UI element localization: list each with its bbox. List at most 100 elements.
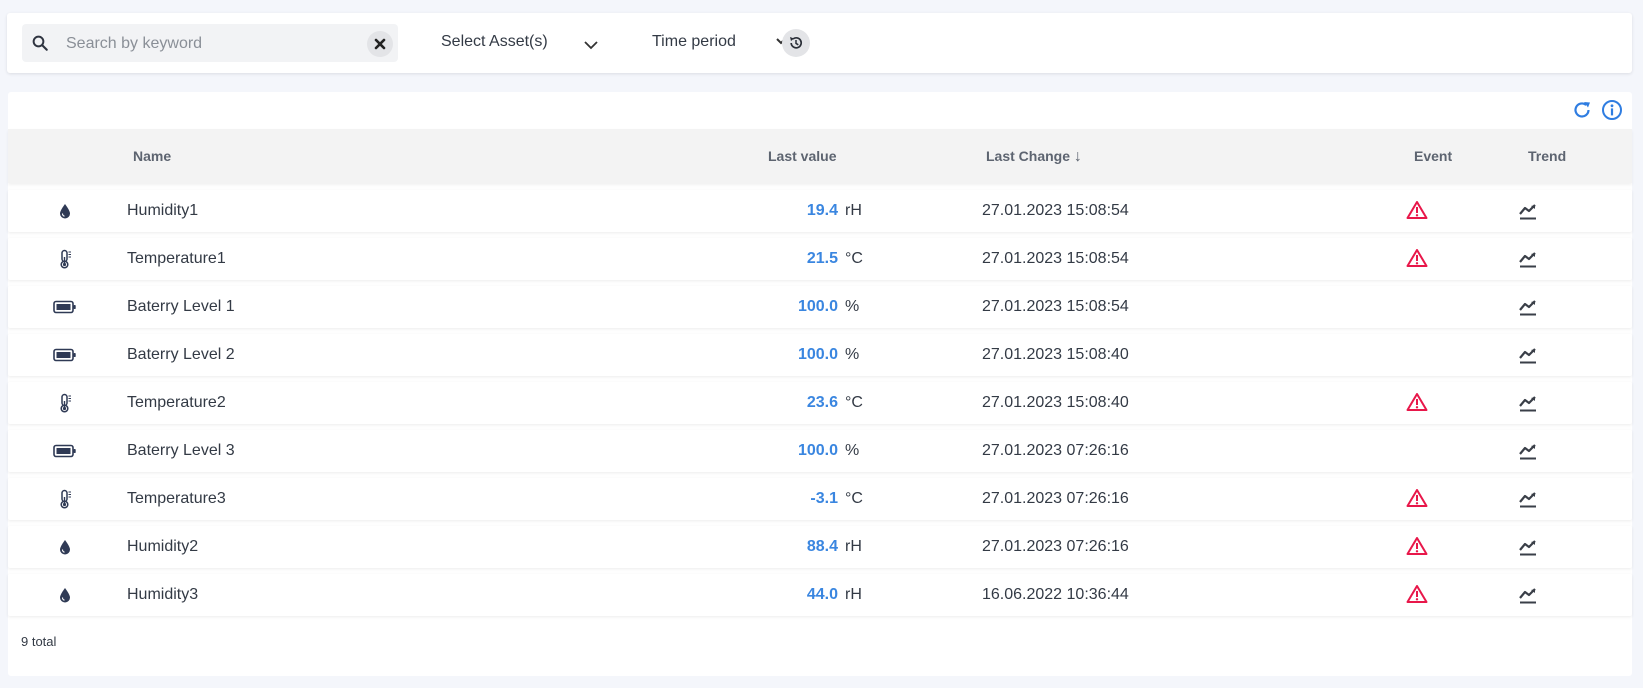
row-value: 100.0 (797, 298, 838, 315)
battery-icon (52, 441, 78, 461)
asset-select-label: Select Asset(s) (441, 33, 548, 50)
row-last-change: 27.01.2023 07:26:16 (982, 442, 1129, 459)
row-last-change: 27.01.2023 15:08:40 (982, 394, 1129, 411)
column-header-last-value[interactable]: Last value (768, 129, 836, 183)
clear-search-button[interactable] (367, 31, 393, 57)
column-header-last-change-label: Last Change (986, 148, 1071, 164)
search-box[interactable] (22, 24, 398, 62)
table-row[interactable]: Humidity1 19.4 rH 27.01.2023 15:08:54 (8, 190, 1632, 232)
trend-chart-icon (1519, 396, 1536, 412)
row-last-change: 27.01.2023 15:08:40 (982, 346, 1129, 363)
trend-chart-icon (1519, 444, 1536, 460)
trend-button[interactable] (1518, 201, 1538, 221)
trend-chart-icon (1519, 348, 1536, 364)
sort-arrow-icon: ↓ (1073, 148, 1082, 165)
filter-bar: Select Asset(s) Time period (7, 13, 1632, 73)
table-row[interactable]: Baterry Level 2 100.0 % 27.01.2023 15:08… (8, 334, 1632, 376)
humidity-icon (52, 201, 78, 221)
row-value: -3.1 (810, 490, 838, 507)
trend-button[interactable] (1518, 393, 1538, 413)
table-row[interactable]: Humidity3 44.0 rH 16.06.2022 10:36:44 (8, 574, 1632, 616)
thermometer-icon (52, 489, 78, 509)
row-unit: rH (845, 586, 862, 603)
table-header: Name Last value Last Change ↓ Event Tren… (8, 129, 1632, 183)
event-empty (1406, 440, 1430, 462)
total-count: 9 total (21, 634, 57, 649)
table-row[interactable]: Temperature2 23.6 °C 27.01.2023 15:08:40 (8, 382, 1632, 424)
trend-button[interactable] (1518, 249, 1538, 269)
humidity-icon (52, 537, 78, 557)
search-input[interactable] (64, 31, 348, 57)
table-row[interactable]: Temperature3 -3.1 °C 27.01.2023 07:26:16 (8, 478, 1632, 520)
table-body: Humidity1 19.4 rH 27.01.2023 15:08:54 Te… (8, 190, 1632, 622)
table-row[interactable]: Temperature1 21.5 °C 27.01.2023 15:08:54 (8, 238, 1632, 280)
trend-button[interactable] (1518, 297, 1538, 317)
row-unit: % (845, 346, 860, 363)
thermometer-icon (52, 249, 78, 269)
trend-chart-icon (1519, 540, 1536, 556)
trend-button[interactable] (1518, 537, 1538, 557)
column-header-last-change[interactable]: Last Change ↓ (986, 129, 1082, 183)
time-period-label: Time period (652, 33, 736, 50)
trend-button[interactable] (1518, 585, 1538, 605)
row-value: 23.6 (806, 394, 838, 411)
trend-chart-icon (1519, 492, 1536, 508)
data-panel: Name Last value Last Change ↓ Event Tren… (8, 92, 1632, 676)
row-name: Temperature2 (127, 394, 226, 411)
alert-icon[interactable] (1406, 200, 1430, 222)
row-unit: rH (845, 538, 862, 555)
reset-time-button[interactable] (782, 29, 810, 57)
trend-button[interactable] (1518, 489, 1538, 509)
row-unit: rH (845, 202, 862, 219)
row-name: Baterry Level 1 (127, 298, 235, 315)
row-unit: % (845, 442, 860, 459)
refresh-button[interactable] (1570, 98, 1594, 122)
column-header-name[interactable]: Name (133, 129, 171, 183)
battery-icon (52, 345, 78, 365)
row-unit: % (845, 298, 860, 315)
row-name: Temperature1 (127, 250, 226, 267)
panel-toolbar (1570, 98, 1624, 122)
close-icon (374, 38, 386, 50)
alert-icon[interactable] (1406, 248, 1430, 270)
time-period-select[interactable]: Time period (652, 31, 792, 57)
event-empty (1406, 344, 1430, 366)
row-last-change: 27.01.2023 15:08:54 (982, 250, 1129, 267)
trend-chart-icon (1519, 588, 1536, 604)
row-name: Baterry Level 3 (127, 442, 235, 459)
thermometer-icon (52, 393, 78, 413)
table-row[interactable]: Baterry Level 3 100.0 % 27.01.2023 07:26… (8, 430, 1632, 472)
chevron-down-icon (584, 41, 598, 50)
refresh-icon (1574, 102, 1590, 118)
trend-chart-icon (1519, 204, 1536, 220)
humidity-icon (52, 585, 78, 605)
row-value: 88.4 (806, 538, 838, 555)
row-value: 19.4 (806, 202, 838, 219)
trend-button[interactable] (1518, 441, 1538, 461)
row-value: 100.0 (797, 346, 838, 363)
alert-icon[interactable] (1406, 536, 1430, 558)
battery-icon (52, 297, 78, 317)
trend-chart-icon (1519, 300, 1536, 316)
row-last-change: 27.01.2023 07:26:16 (982, 538, 1129, 555)
row-last-change: 16.06.2022 10:36:44 (982, 586, 1129, 603)
trend-button[interactable] (1518, 345, 1538, 365)
row-name: Humidity2 (127, 538, 199, 555)
row-value: 44.0 (806, 586, 838, 603)
event-empty (1406, 296, 1430, 318)
row-name: Humidity1 (127, 202, 199, 219)
table-row[interactable]: Baterry Level 1 100.0 % 27.01.2023 15:08… (8, 286, 1632, 328)
row-name: Humidity3 (127, 586, 199, 603)
column-header-trend: Trend (1528, 148, 1567, 164)
row-last-change: 27.01.2023 15:08:54 (982, 298, 1129, 315)
asset-select[interactable]: Select Asset(s) (441, 31, 611, 57)
alert-icon[interactable] (1406, 488, 1430, 510)
table-row[interactable]: Humidity2 88.4 rH 27.01.2023 07:26:16 (8, 526, 1632, 568)
alert-icon[interactable] (1406, 392, 1430, 414)
search-icon (32, 35, 48, 51)
info-button[interactable] (1600, 98, 1624, 122)
row-last-change: 27.01.2023 07:26:16 (982, 490, 1129, 507)
alert-icon[interactable] (1406, 584, 1430, 606)
row-name: Temperature3 (127, 490, 226, 507)
row-last-change: 27.01.2023 15:08:54 (982, 202, 1129, 219)
